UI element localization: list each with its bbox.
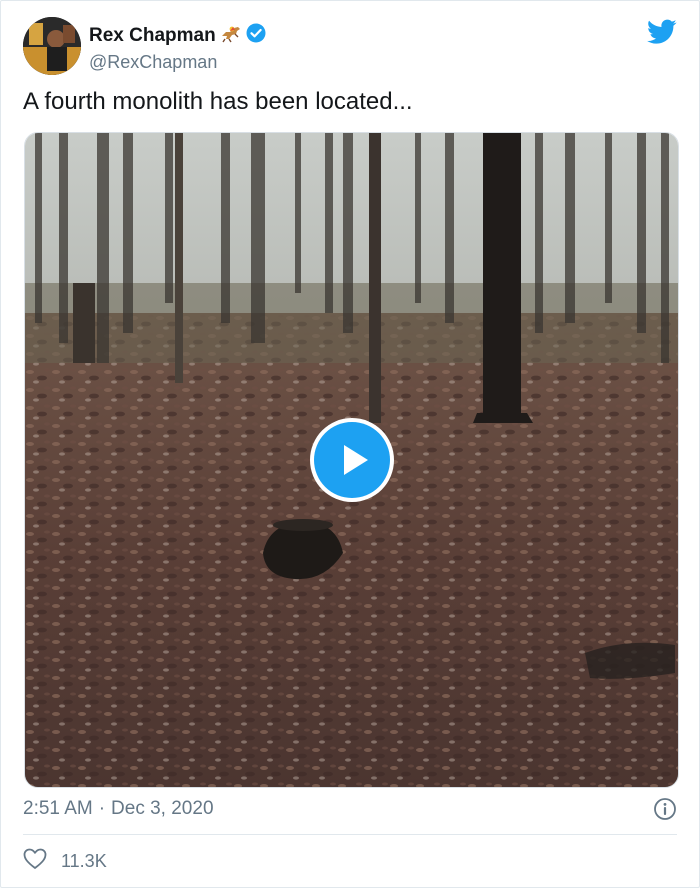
info-icon[interactable] bbox=[653, 797, 677, 821]
tweet-date: Dec 3, 2020 bbox=[111, 798, 214, 819]
display-name-text: Rex Chapman bbox=[89, 25, 216, 46]
tweet-timestamp[interactable]: 2:51 AM · Dec 3, 2020 bbox=[23, 796, 677, 822]
horse-racing-icon bbox=[220, 23, 242, 49]
play-icon bbox=[344, 445, 368, 475]
heart-icon[interactable] bbox=[23, 848, 47, 875]
video-media[interactable] bbox=[24, 132, 679, 788]
tweet-card: Rex Chapman @RexChapman A fourth monolit… bbox=[0, 0, 700, 888]
play-button[interactable] bbox=[310, 418, 394, 502]
user-names: Rex Chapman @RexChapman bbox=[89, 23, 266, 73]
tweet-actions: 11.3K bbox=[23, 847, 107, 875]
play-button-fill bbox=[314, 422, 390, 498]
tweet-header: Rex Chapman @RexChapman bbox=[23, 17, 679, 77]
timestamp-separator: · bbox=[98, 798, 106, 819]
divider bbox=[23, 834, 677, 835]
tweet-text: A fourth monolith has been located... bbox=[23, 88, 413, 115]
verified-badge-icon bbox=[246, 23, 266, 49]
like-count[interactable]: 11.3K bbox=[61, 851, 107, 872]
user-handle[interactable]: @RexChapman bbox=[89, 52, 266, 73]
display-name[interactable]: Rex Chapman bbox=[89, 23, 266, 49]
twitter-bird-icon[interactable] bbox=[647, 19, 677, 45]
tweet-time: 2:51 AM bbox=[23, 798, 93, 819]
avatar[interactable] bbox=[23, 17, 81, 75]
